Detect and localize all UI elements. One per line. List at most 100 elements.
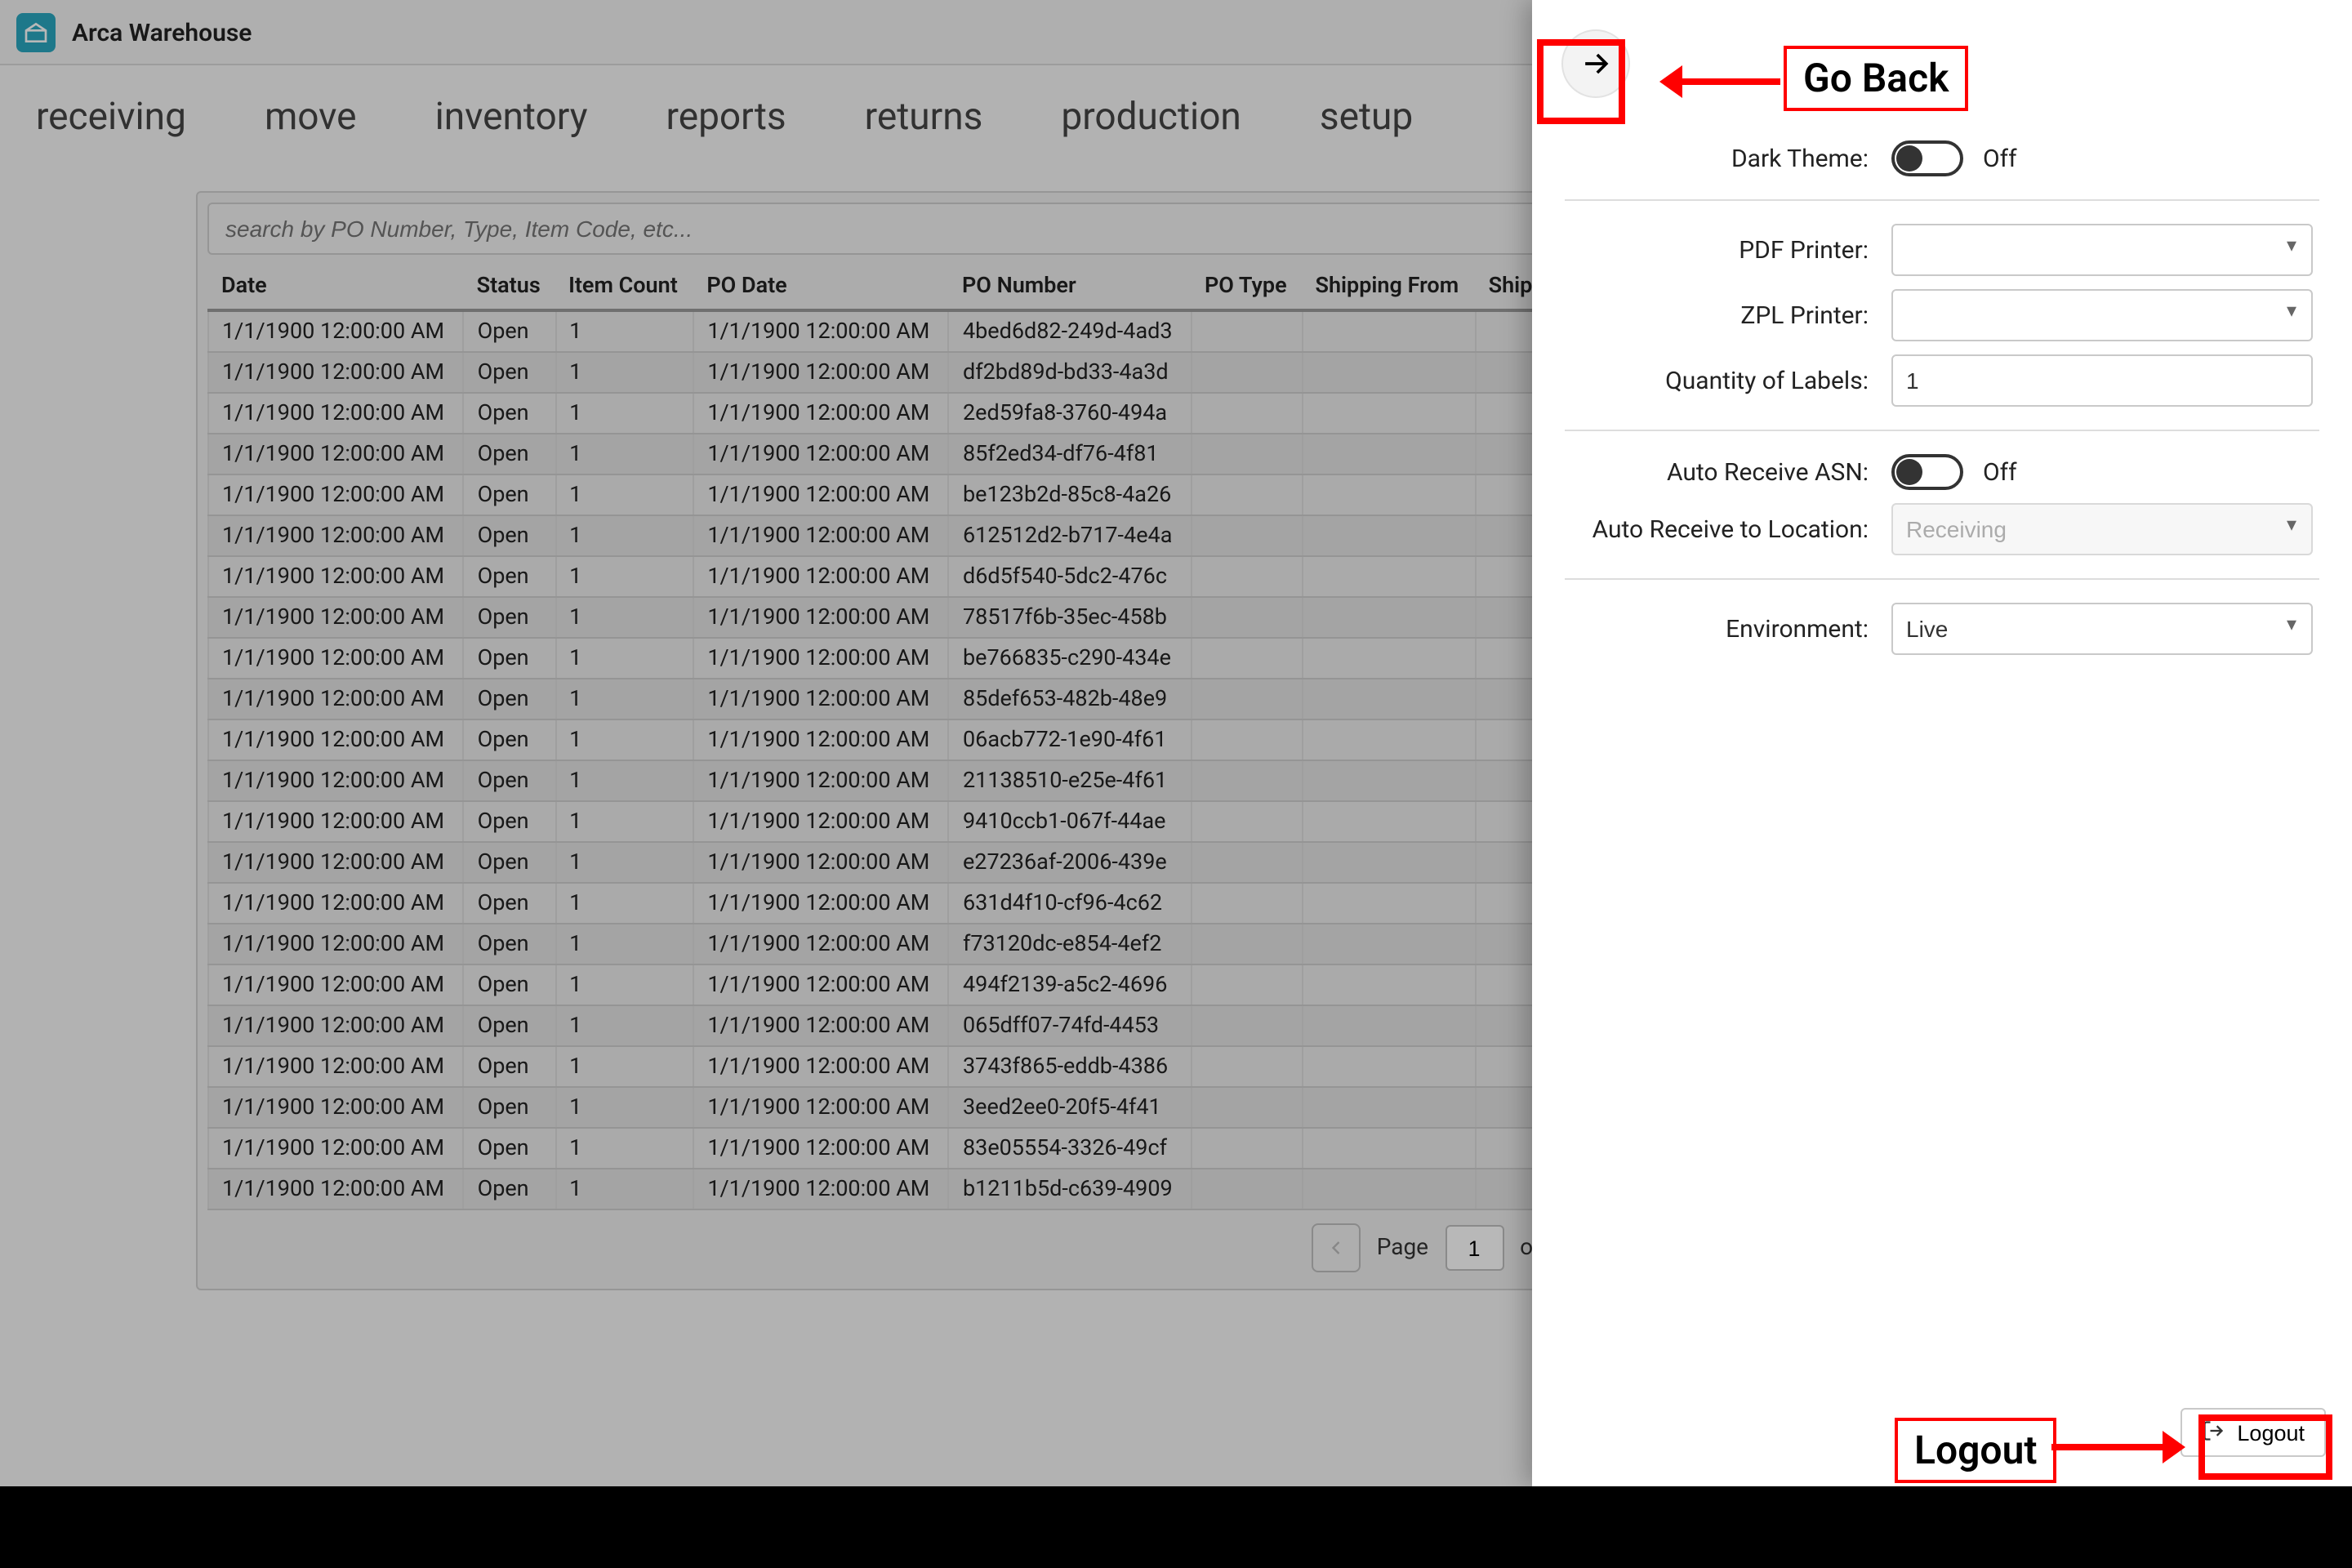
tab-move[interactable]: move [265,95,357,139]
table-row[interactable]: 1/1/1900 12:00:00 AMOpen11/1/1900 12:00:… [208,760,1670,801]
tab-reports[interactable]: reports [666,95,786,139]
col-ponum[interactable]: PO Number [949,263,1192,310]
col-shipfrom[interactable]: Shipping From [1302,263,1475,310]
table-cell: Open [464,679,555,719]
logout-button[interactable]: Logout [2180,1408,2326,1457]
table-cell: 1/1/1900 12:00:00 AM [208,638,464,679]
table-cell: 1/1/1900 12:00:00 AM [693,883,949,924]
table-cell: 1 [555,638,693,679]
search-input[interactable] [207,203,1671,255]
zpl-printer-select[interactable] [1891,289,2313,341]
table-row[interactable]: 1/1/1900 12:00:00 AMOpen11/1/1900 12:00:… [208,310,1670,352]
table-row[interactable]: 1/1/1900 12:00:00 AMOpen11/1/1900 12:00:… [208,1169,1670,1209]
auto-asn-state: Off [1983,457,2017,487]
table-cell: Open [464,1087,555,1128]
table-row[interactable]: 1/1/1900 12:00:00 AMOpen11/1/1900 12:00:… [208,352,1670,393]
table-cell [1302,1128,1475,1169]
table-cell [1302,474,1475,515]
qty-labels-label: Quantity of Labels: [1571,366,1891,395]
table-cell [1192,515,1303,556]
col-podate[interactable]: PO Date [693,263,949,310]
table-row[interactable]: 1/1/1900 12:00:00 AMOpen11/1/1900 12:00:… [208,1087,1670,1128]
col-date[interactable]: Date [208,263,464,310]
table-row[interactable]: 1/1/1900 12:00:00 AMOpen11/1/1900 12:00:… [208,842,1670,883]
table-cell: 1/1/1900 12:00:00 AM [208,924,464,964]
table-cell [1302,393,1475,434]
auto-asn-label: Auto Receive ASN: [1571,457,1891,487]
col-itemcount[interactable]: Item Count [555,263,693,310]
table-row[interactable]: 1/1/1900 12:00:00 AMOpen11/1/1900 12:00:… [208,719,1670,760]
table-cell: 612512d2-b717-4e4a [949,515,1192,556]
table-cell: 1/1/1900 12:00:00 AM [693,1005,949,1046]
tab-returns[interactable]: returns [865,95,983,139]
auto-asn-toggle[interactable] [1891,454,1963,490]
table-cell: 1/1/1900 12:00:00 AM [693,719,949,760]
table-cell: Open [464,515,555,556]
table-cell: 1/1/1900 12:00:00 AM [208,1169,464,1209]
table-cell: Open [464,474,555,515]
tab-production[interactable]: production [1061,95,1241,139]
table-row[interactable]: 1/1/1900 12:00:00 AMOpen11/1/1900 12:00:… [208,964,1670,1005]
table-cell [1192,310,1303,352]
table-cell: 85f2ed34-df76-4f81 [949,434,1192,474]
table-row[interactable]: 1/1/1900 12:00:00 AMOpen11/1/1900 12:00:… [208,474,1670,515]
table-row[interactable]: 1/1/1900 12:00:00 AMOpen11/1/1900 12:00:… [208,924,1670,964]
table-cell [1192,1128,1303,1169]
table-row[interactable]: 1/1/1900 12:00:00 AMOpen11/1/1900 12:00:… [208,393,1670,434]
auto-loc-select[interactable]: Receiving [1891,503,2313,555]
table-cell: Open [464,352,555,393]
table-cell [1302,924,1475,964]
table-cell [1192,474,1303,515]
table-cell [1192,597,1303,638]
table-row[interactable]: 1/1/1900 12:00:00 AMOpen11/1/1900 12:00:… [208,801,1670,842]
table-cell: 1 [555,474,693,515]
pager-page-input[interactable] [1445,1225,1503,1271]
col-status[interactable]: Status [464,263,555,310]
table-cell: Open [464,1128,555,1169]
pdf-printer-select[interactable] [1891,224,2313,276]
table-row[interactable]: 1/1/1900 12:00:00 AMOpen11/1/1900 12:00:… [208,515,1670,556]
table-cell: Open [464,1046,555,1087]
table-cell: 1/1/1900 12:00:00 AM [208,1005,464,1046]
table-row[interactable]: 1/1/1900 12:00:00 AMOpen11/1/1900 12:00:… [208,556,1670,597]
qty-labels-input[interactable] [1891,354,2313,407]
col-potype[interactable]: PO Type [1192,263,1303,310]
table-cell [1302,1087,1475,1128]
table-cell: 1/1/1900 12:00:00 AM [693,924,949,964]
table-cell: 1/1/1900 12:00:00 AM [693,1046,949,1087]
table-cell: 1/1/1900 12:00:00 AM [208,597,464,638]
dark-theme-toggle[interactable] [1891,140,1963,176]
table-cell: 1 [555,679,693,719]
table-cell: Open [464,760,555,801]
table-cell: 1 [555,801,693,842]
table-row[interactable]: 1/1/1900 12:00:00 AMOpen11/1/1900 12:00:… [208,1046,1670,1087]
app-logo-icon [16,12,56,51]
table-row[interactable]: 1/1/1900 12:00:00 AMOpen11/1/1900 12:00:… [208,597,1670,638]
close-panel-button[interactable] [1561,29,1630,98]
tab-receiving[interactable]: receiving [36,95,186,139]
table-cell: 1 [555,515,693,556]
table-cell: 1/1/1900 12:00:00 AM [693,515,949,556]
table-row[interactable]: 1/1/1900 12:00:00 AMOpen11/1/1900 12:00:… [208,679,1670,719]
table-cell: 1 [555,1087,693,1128]
table-row[interactable]: 1/1/1900 12:00:00 AMOpen11/1/1900 12:00:… [208,638,1670,679]
table-cell: 21138510-e25e-4f61 [949,760,1192,801]
tab-inventory[interactable]: inventory [435,95,588,139]
table-row[interactable]: 1/1/1900 12:00:00 AMOpen11/1/1900 12:00:… [208,1005,1670,1046]
table-cell: 1 [555,393,693,434]
table-row[interactable]: 1/1/1900 12:00:00 AMOpen11/1/1900 12:00:… [208,883,1670,924]
table-cell: 1/1/1900 12:00:00 AM [693,1169,949,1209]
tab-setup[interactable]: setup [1320,95,1413,139]
table-cell: 1/1/1900 12:00:00 AM [208,556,464,597]
env-select[interactable]: Live [1891,603,2313,655]
pager-prev-button[interactable] [1312,1223,1361,1272]
table-row[interactable]: 1/1/1900 12:00:00 AMOpen11/1/1900 12:00:… [208,434,1670,474]
table-cell: 4bed6d82-249d-4ad3 [949,310,1192,352]
table-cell: Open [464,310,555,352]
table-cell: 1/1/1900 12:00:00 AM [693,310,949,352]
table-cell [1192,434,1303,474]
table-cell: 1 [555,883,693,924]
logout-icon [2201,1419,2224,1446]
table-row[interactable]: 1/1/1900 12:00:00 AMOpen11/1/1900 12:00:… [208,1128,1670,1169]
table-cell: Open [464,883,555,924]
